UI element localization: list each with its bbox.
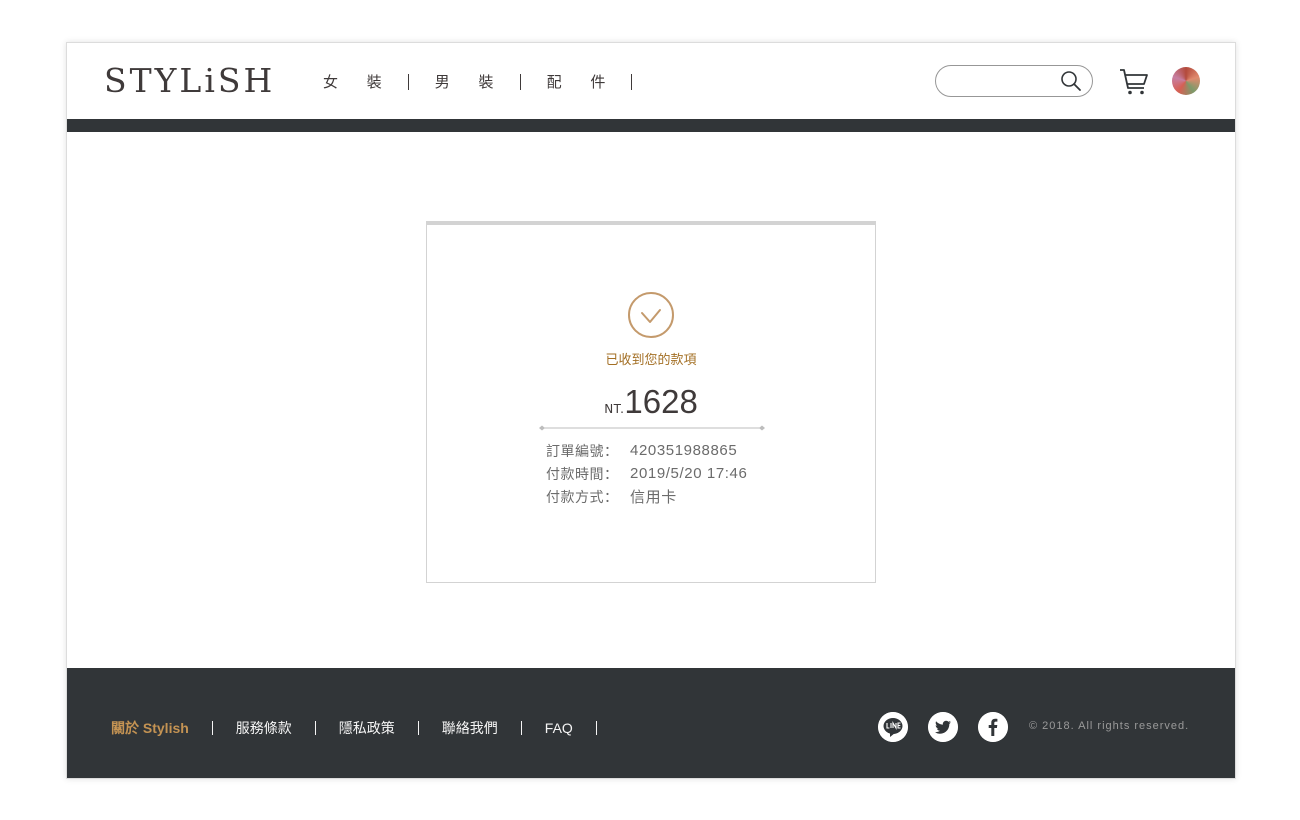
- footer-link-about[interactable]: 關於 Stylish: [111, 718, 189, 738]
- nav-divider: [631, 73, 633, 90]
- footer-divider: [520, 721, 522, 735]
- footer-link-contact[interactable]: 聯絡我們: [442, 718, 498, 738]
- footer-link-terms[interactable]: 服務條款: [236, 718, 292, 738]
- footer-link-privacy[interactable]: 隱私政策: [339, 718, 395, 738]
- nav-item-women[interactable]: 女 裝: [323, 71, 394, 92]
- facebook-icon[interactable]: [978, 712, 1008, 742]
- payment-time-value: 2019/5/20 17:46: [630, 465, 748, 482]
- success-message: 已收到您的款項: [605, 353, 697, 368]
- order-number-value: 420351988865: [630, 442, 738, 459]
- site-header: STYLiSH 女 裝 男 裝 配 件: [67, 43, 1235, 119]
- detail-row-payment-method: 付款方式： 信用卡: [546, 485, 747, 508]
- cart-icon[interactable]: [1119, 68, 1149, 96]
- nav-item-men[interactable]: 男 裝: [435, 71, 506, 92]
- footer-divider: [595, 721, 597, 735]
- footer-divider: [314, 721, 316, 735]
- footer-link-faq[interactable]: FAQ: [545, 720, 573, 736]
- logo[interactable]: STYLiSH: [104, 61, 275, 100]
- amount-display: NT.1628: [427, 383, 875, 421]
- search-icon[interactable]: [1060, 70, 1082, 92]
- footer-divider: [417, 721, 419, 735]
- nav-item-accessories[interactable]: 配 件: [547, 71, 618, 92]
- detail-row-payment-time: 付款時間： 2019/5/20 17:46: [546, 462, 747, 485]
- nav-divider: [407, 73, 409, 90]
- payment-success-card: 已收到您的款項 NT.1628 訂單編號： 420351988865 付款時間：…: [426, 221, 876, 583]
- page-frame: STYLiSH 女 裝 男 裝 配 件 已收到您的款項 NT.1628 訂單編號…: [66, 42, 1236, 779]
- header-bar: [67, 119, 1235, 132]
- detail-label: 付款方式：: [546, 489, 619, 506]
- search-box[interactable]: [935, 65, 1093, 97]
- amount-divider: [539, 425, 765, 431]
- detail-label: 付款時間：: [546, 466, 619, 483]
- site-footer: 關於 Stylish 服務條款 隱私政策 聯絡我們 FAQ © 2018. Al…: [67, 668, 1235, 778]
- check-circle-icon: [628, 292, 674, 338]
- detail-label: 訂單編號：: [546, 443, 619, 460]
- avatar[interactable]: [1172, 67, 1200, 95]
- nav-divider: [519, 73, 521, 90]
- amount-value: 1628: [624, 383, 698, 420]
- detail-row-order-number: 訂單編號： 420351988865: [546, 439, 747, 462]
- twitter-icon[interactable]: [928, 712, 958, 742]
- order-details: 訂單編號： 420351988865 付款時間： 2019/5/20 17:46…: [546, 439, 747, 508]
- main-nav: 女 裝 男 裝 配 件: [323, 71, 658, 92]
- line-icon[interactable]: [878, 712, 908, 742]
- search-input[interactable]: [950, 72, 1054, 89]
- payment-method-value: 信用卡: [630, 489, 677, 506]
- currency-prefix: NT.: [604, 402, 625, 416]
- copyright-text: © 2018. All rights reserved.: [1029, 720, 1190, 732]
- footer-divider: [211, 721, 213, 735]
- footer-links: 關於 Stylish 服務條款 隱私政策 聯絡我們 FAQ: [111, 718, 620, 738]
